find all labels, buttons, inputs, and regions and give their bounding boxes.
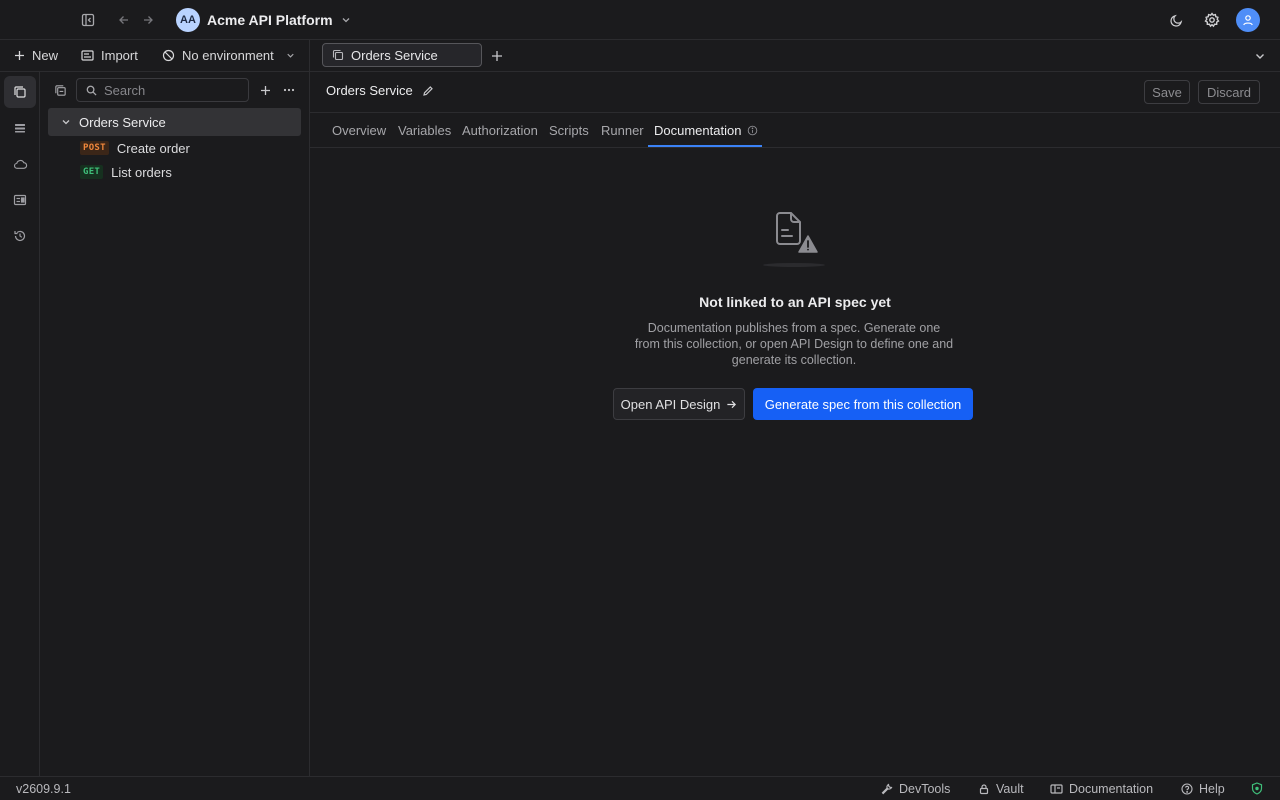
rail-api-button[interactable] (4, 184, 36, 216)
help-label: Help (1199, 781, 1225, 796)
rail-collections-button[interactable] (4, 76, 36, 108)
new-button-label: New (32, 48, 59, 63)
collection-tabs: Overview Variables Authorization Scripts… (310, 112, 1280, 148)
collection-icon (332, 49, 344, 61)
environment-label: No environment (182, 48, 274, 63)
collections-icon (13, 85, 27, 99)
workspace-avatar: AA (176, 8, 200, 32)
wrench-icon (881, 783, 893, 795)
request-name: Create order (116, 140, 190, 156)
empty-state-title: Not linked to an API spec yet (699, 294, 891, 310)
new-button[interactable]: New (14, 40, 58, 71)
collection-title[interactable]: Orders Service (326, 83, 434, 98)
documentation-button[interactable]: Documentation (1050, 777, 1153, 800)
tabs-overflow-button[interactable] (1254, 40, 1266, 71)
empty-state-description: Documentation publishes from a spec. Gen… (634, 321, 954, 367)
page-title: Orders Service (326, 83, 413, 98)
import-button[interactable]: Import (81, 40, 138, 71)
open-api-design-label: Open API Design (620, 396, 721, 412)
no-environment-icon (162, 49, 175, 62)
tab-overview[interactable]: Overview (332, 113, 386, 148)
user-avatar[interactable] (1236, 8, 1260, 32)
rail-cloud-button[interactable] (4, 148, 36, 180)
devtools-label: DevTools (899, 781, 951, 796)
cloud-icon (13, 157, 28, 172)
plus-icon (260, 85, 271, 96)
tab-documentation-label: Documentation (654, 123, 742, 138)
shield-status-icon[interactable] (1251, 777, 1263, 800)
lock-icon (978, 783, 990, 795)
import-button-label: Import (101, 48, 138, 63)
ellipsis-icon (283, 84, 295, 96)
chevron-down-icon (1254, 50, 1266, 62)
devtools-button[interactable]: DevTools (881, 777, 950, 800)
settings-icon[interactable] (1200, 8, 1224, 32)
import-icon (81, 49, 94, 62)
tab-scripts[interactable]: Scripts (549, 113, 589, 148)
rail-environments-button[interactable] (4, 112, 36, 144)
vault-button[interactable]: Vault (978, 777, 1024, 800)
new-tab-button[interactable] (491, 40, 503, 71)
pencil-icon[interactable] (422, 85, 434, 97)
tab-documentation[interactable]: Documentation (654, 113, 758, 148)
rail-history-button[interactable] (4, 220, 36, 252)
arrow-right-icon (726, 399, 737, 410)
chevron-down-icon (285, 50, 296, 61)
method-badge: POST (80, 141, 109, 155)
chevron-down-icon (61, 117, 71, 127)
tab-orders-service[interactable]: Orders Service (322, 43, 482, 67)
help-button[interactable]: Help (1181, 777, 1225, 800)
search-input[interactable]: Search (76, 78, 249, 102)
add-collection-button[interactable] (253, 78, 277, 102)
main-panel: Orders Service Save Discard Overview Var… (310, 72, 1280, 776)
plus-icon (491, 50, 503, 62)
request-item-list-orders[interactable]: GET List orders (80, 160, 172, 184)
method-badge: GET (80, 165, 104, 179)
open-api-design-button[interactable]: Open API Design (613, 388, 745, 420)
request-item-create-order[interactable]: POST Create order (80, 136, 190, 160)
collections-view-icon[interactable] (48, 78, 72, 102)
workspace-name: Acme API Platform (207, 12, 333, 28)
info-icon (747, 125, 758, 136)
search-placeholder: Search (104, 82, 146, 98)
plus-icon (14, 50, 25, 61)
workspace-switcher[interactable]: AA Acme API Platform (176, 8, 352, 32)
tab-runner[interactable]: Runner (601, 113, 644, 148)
tab-label: Orders Service (351, 47, 438, 63)
sidebar-toggle-icon[interactable] (76, 8, 100, 32)
collection-name: Orders Service (79, 114, 166, 130)
collections-sidebar: Search Orders Service POST Create order … (40, 72, 309, 776)
help-icon (1181, 782, 1193, 795)
search-icon (86, 85, 97, 96)
request-name: List orders (111, 164, 172, 180)
book-icon (1050, 783, 1063, 795)
tab-variables[interactable]: Variables (398, 113, 451, 148)
forward-arrow-icon[interactable] (136, 8, 160, 32)
active-tab-indicator (648, 145, 762, 147)
documentation-label: Documentation (1069, 781, 1154, 796)
moon-icon[interactable] (1164, 8, 1188, 32)
version-label: v2609.9.1 (16, 781, 71, 796)
chevron-down-icon (340, 14, 352, 26)
toolbar-row: New Import No environment (0, 40, 1280, 72)
history-icon (13, 229, 27, 243)
top-bar: AA Acme API Platform (0, 0, 1280, 40)
vault-label: Vault (996, 781, 1024, 796)
discard-button[interactable]: Discard (1198, 80, 1260, 104)
user-icon (1242, 14, 1254, 26)
api-card-icon (13, 193, 27, 207)
left-rail (0, 72, 40, 776)
collection-item-orders-service[interactable]: Orders Service (48, 108, 301, 136)
back-arrow-icon[interactable] (112, 8, 136, 32)
save-button[interactable]: Save (1144, 80, 1190, 104)
generate-spec-button[interactable]: Generate spec from this collection (753, 388, 973, 420)
more-options-button[interactable] (277, 78, 301, 102)
environment-selector[interactable]: No environment (162, 40, 296, 71)
tab-authorization[interactable]: Authorization (462, 113, 538, 148)
status-bar: v2609.9.1 DevTools Vault Documentation H… (0, 776, 1280, 800)
layers-icon (13, 121, 27, 135)
document-warning-icon (761, 210, 827, 270)
